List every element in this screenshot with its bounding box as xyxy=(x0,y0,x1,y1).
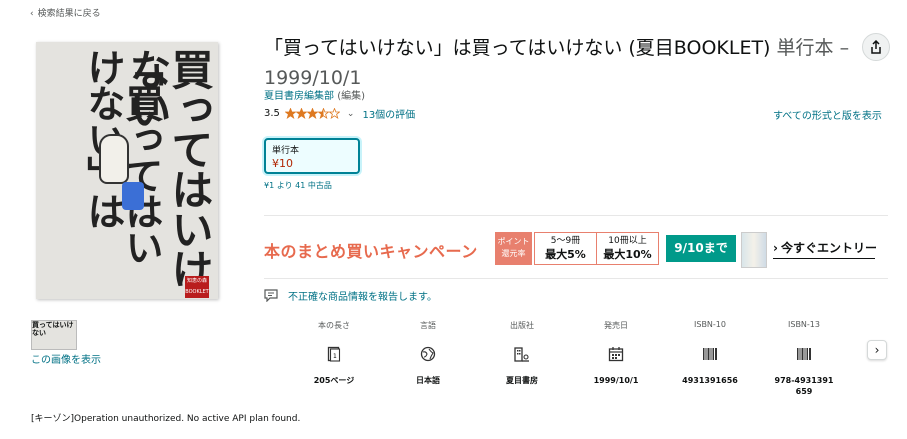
chevron-down-icon[interactable]: ⌄ xyxy=(347,109,355,119)
campaign-deadline: 9/10まで xyxy=(666,235,736,262)
cover-illustration-arm xyxy=(122,182,144,210)
carousel-next-button[interactable]: › xyxy=(867,340,887,360)
rating-row: 3.5 ⌄ 13個の評価 xyxy=(264,106,415,121)
back-label: 検索結果に戻る xyxy=(37,9,101,19)
detail-label: ISBN-10 xyxy=(694,320,726,329)
product-details-carousel: 本の長さ 1 205ページ 言語 日本語 出版社 夏目書房 発売日 1999/1… xyxy=(287,320,853,396)
thumbnail-text: 買ってはいけない xyxy=(32,321,74,337)
detail-publisher: 出版社 夏目書房 xyxy=(475,320,569,394)
points-label-2: 還元率 xyxy=(501,249,526,258)
detail-value: 4931391656 xyxy=(682,376,738,385)
star-icon xyxy=(306,108,318,119)
campaign-headline: 本のまとめ買いキャンペーン xyxy=(264,242,478,261)
tier-2-rate: 最大10% xyxy=(603,248,652,261)
detail-isbn10: ISBN-10 4931391656 xyxy=(663,320,757,394)
campaign-books-image xyxy=(741,232,767,268)
detail-page-count: 本の長さ 1 205ページ xyxy=(287,320,381,394)
campaign-banner[interactable]: 本のまとめ買いキャンペーン ポイント 還元率 5〜9冊 最大5% 10冊以上 最… xyxy=(264,231,888,268)
barcode-icon xyxy=(757,343,851,365)
entry-label: 今すぐエントリー xyxy=(780,241,877,255)
chevron-right-icon: › xyxy=(874,343,880,357)
star-icon xyxy=(317,108,329,119)
divider xyxy=(264,278,888,279)
tier-1: 5〜9冊 最大5% xyxy=(535,233,596,264)
calendar-icon xyxy=(569,343,663,365)
divider xyxy=(264,215,888,216)
rating-count-link[interactable]: 13個の評価 xyxy=(362,106,415,121)
detail-value: 日本語 xyxy=(416,376,440,385)
all-formats-link[interactable]: すべての形式と版を表示 xyxy=(773,107,882,122)
points-label-1: ポイント xyxy=(497,237,530,246)
detail-language: 言語 日本語 xyxy=(381,320,475,394)
detail-label: 出版社 xyxy=(510,321,534,330)
detail-release-date: 発売日 1999/10/1 xyxy=(569,320,663,394)
chevron-left-icon: ‹ xyxy=(30,9,34,19)
rating-value: 3.5 xyxy=(264,108,280,119)
entry-now-link[interactable]: › 今すぐエントリー xyxy=(773,239,877,256)
svg-text:1: 1 xyxy=(333,353,337,360)
building-icon xyxy=(475,343,569,365)
star-icon xyxy=(295,108,307,119)
detail-value: 205ページ xyxy=(313,376,355,385)
star-icon xyxy=(284,108,296,119)
format-price: ¥10 xyxy=(272,157,293,170)
cover-publisher-badge: 知恵の森BOOKLET xyxy=(185,276,209,298)
detail-value: 1999/10/1 xyxy=(593,376,639,385)
format-option-tankobon[interactable]: 単行本 ¥10 xyxy=(264,138,360,174)
star-rating[interactable] xyxy=(284,108,340,119)
author-line: 夏目書房編集部 (編集) xyxy=(264,87,365,102)
product-title-text: 「買ってはいけない」は買ってはいけない (夏目BOOKLET) xyxy=(264,37,771,59)
detail-label: 本の長さ xyxy=(318,321,350,330)
arrow-right-icon: › xyxy=(773,241,778,255)
detail-value: 夏目書房 xyxy=(506,376,538,385)
tier-1-qty: 5〜9冊 xyxy=(550,236,581,246)
author-role: (編集) xyxy=(337,91,365,102)
used-offers-link[interactable]: ¥1 より 41 中古品 xyxy=(264,180,332,191)
book-cover-image[interactable]: 買ってはいけない 「買ってはいけない」は 知恵の森BOOKLET xyxy=(36,42,218,299)
detail-label: 言語 xyxy=(420,321,436,330)
report-incorrect-info-link[interactable]: 不正確な商品情報を報告します。 xyxy=(264,288,437,303)
back-to-results-link[interactable]: ‹ 検索結果に戻る xyxy=(30,6,101,19)
globe-icon xyxy=(381,343,475,365)
barcode-icon xyxy=(663,343,757,365)
tier-2: 10冊以上 最大10% xyxy=(596,233,658,264)
detail-label: ISBN-13 xyxy=(788,320,820,329)
share-button[interactable] xyxy=(862,33,890,61)
view-image-link[interactable]: この画像を表示 xyxy=(31,351,101,366)
feedback-icon xyxy=(264,289,278,302)
author-link[interactable]: 夏目書房編集部 xyxy=(264,91,334,102)
pages-icon: 1 xyxy=(287,343,381,365)
tier-2-qty: 10冊以上 xyxy=(608,236,647,246)
tier-1-rate: 最大5% xyxy=(545,248,586,261)
entry-underline xyxy=(773,258,875,259)
points-tiers: 5〜9冊 最大5% 10冊以上 最大10% xyxy=(534,232,659,265)
detail-value: 978-4931391659 xyxy=(774,376,834,396)
report-label: 不正確な商品情報を報告します。 xyxy=(288,292,437,303)
star-icon xyxy=(328,108,340,119)
points-label: ポイント 還元率 xyxy=(495,232,532,265)
detail-label: 発売日 xyxy=(604,321,628,330)
product-title: 「買ってはいけない」は買ってはいけない (夏目BOOKLET) 単行本 – 19… xyxy=(264,33,864,93)
detail-isbn13: ISBN-13 978-4931391659 xyxy=(757,320,851,396)
format-name: 単行本 xyxy=(272,146,300,156)
api-error-message: [キーゾン]Operation unauthorized. No active … xyxy=(31,414,301,424)
image-thumbnail[interactable]: 買ってはいけない xyxy=(31,320,77,350)
cover-illustration xyxy=(99,134,129,184)
share-icon xyxy=(871,40,881,54)
